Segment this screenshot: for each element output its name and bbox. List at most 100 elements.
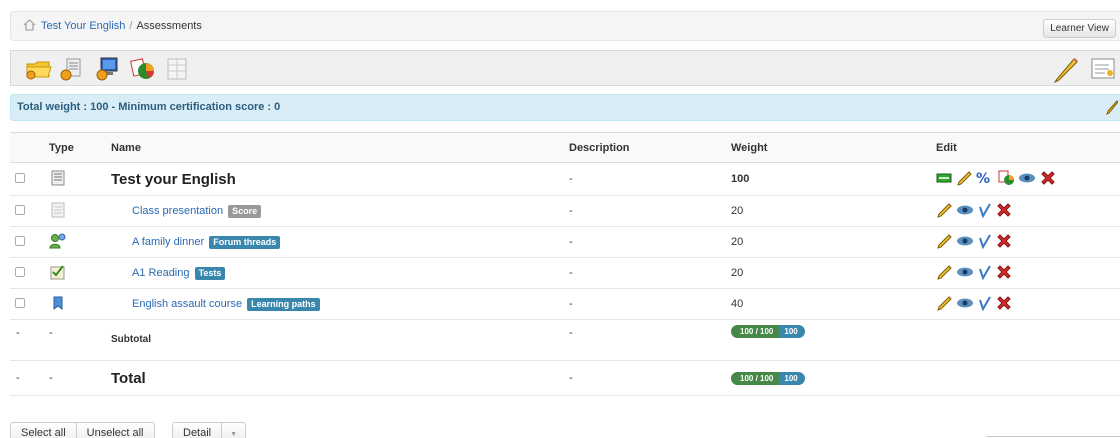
total-score: 100 / 100 [731,371,780,385]
evaluation-link[interactable]: Class presentation [132,205,223,217]
add-folder-icon[interactable] [25,57,52,81]
certificate-icon[interactable] [936,172,952,187]
visibility-eye-icon[interactable] [956,266,974,281]
move-icon[interactable] [978,233,992,252]
delete-icon[interactable] [996,264,1012,283]
pencil-icon[interactable] [1051,55,1078,84]
learning-path-icon [49,288,111,320]
evaluation-link[interactable]: A family dinner [132,236,204,248]
chevron-down-icon: ▼ [230,431,238,438]
subtotal-percent: 100 [779,325,805,338]
edit-pencil-icon[interactable] [956,170,972,189]
subtotal-description: - [569,319,731,361]
row-checkbox[interactable] [15,172,25,183]
row-edit-actions [936,295,1120,314]
delete-icon[interactable] [996,295,1012,314]
subtotal-score-bar: 100 / 100 100 [731,325,805,338]
row-weight: 20 [731,195,936,227]
learner-view-button[interactable]: Learner View [1043,19,1116,38]
edit-pencil-icon[interactable] [936,264,952,283]
row-description: - [569,257,731,289]
row-weight: 20 [731,257,936,289]
header-weight: Weight [731,132,936,163]
header-name: Name [111,132,569,163]
visibility-eye-icon[interactable] [1018,172,1036,187]
category-weight: 100 [731,162,936,196]
evaluation-link[interactable]: English assault course [132,298,242,310]
subtotal-dash: - [49,319,111,361]
percent-icon[interactable]: % [976,170,994,189]
table-row: English assault course Learning paths - … [10,288,1120,320]
breadcrumb-separator: / [129,20,133,32]
unselect-all-button[interactable]: Unselect all [76,422,155,438]
total-percent: 100 [779,371,805,385]
selection-button-group: Select all Unselect all [10,422,155,438]
row-weight: 20 [731,226,936,258]
table-header-row: Type Name Description Weight Edit [10,132,1120,163]
edit-weight-pencil-icon[interactable] [1106,99,1119,125]
svg-text:%: % [976,171,990,186]
type-badge: Tests [194,266,226,280]
evaluation-link[interactable]: A1 Reading [132,267,190,279]
row-edit-actions [936,264,1120,283]
row-edit-actions [936,233,1120,252]
move-icon[interactable] [978,264,992,283]
breadcrumb: Test Your English / Assessments Learner … [10,11,1120,41]
subtotal-label: Subtotal [111,334,151,345]
delete-icon[interactable] [1040,170,1056,189]
divider [986,436,1120,437]
header-checkbox-col [10,132,49,163]
total-weight-text: Total weight : 100 - Minimum certificati… [17,101,281,113]
row-checkbox[interactable] [15,297,25,308]
home-icon[interactable] [23,18,36,34]
visibility-eye-icon[interactable] [956,204,974,219]
subtotal-row: - - Subtotal - 100 / 100 100 [10,319,1120,361]
add-document-icon[interactable] [59,57,85,81]
header-edit: Edit [936,132,1120,163]
delete-icon[interactable] [996,202,1012,221]
row-weight: 40 [731,288,936,320]
detail-button[interactable]: Detail [172,422,223,438]
header-type: Type [49,132,111,163]
quiz-icon [49,257,111,289]
visibility-eye-icon[interactable] [956,297,974,312]
toolbar [10,50,1120,86]
total-row: - - Total - 100 / 100 100 [10,360,1120,396]
type-badge: Forum threads [209,235,281,249]
move-icon[interactable] [978,295,992,314]
breadcrumb-course-link[interactable]: Test Your English [41,20,125,32]
total-dash: - [10,360,49,396]
detail-dropdown-toggle[interactable]: ▼ [222,422,247,438]
move-icon[interactable] [978,202,992,221]
users-icon [49,226,111,258]
edit-pencil-icon[interactable] [936,202,952,221]
subtotal-dash: - [10,319,49,361]
select-all-button[interactable]: Select all [10,422,77,438]
row-checkbox[interactable] [15,235,25,246]
table-row: A family dinner Forum threads - 20 [10,226,1120,258]
row-checkbox[interactable] [15,204,25,215]
edit-pencil-icon[interactable] [936,295,952,314]
row-edit-actions [936,202,1120,221]
type-badge: Score [228,204,262,218]
visibility-eye-icon[interactable] [956,235,974,250]
results-chart-icon[interactable] [998,170,1014,189]
subtotal-score: 100 / 100 [731,325,780,338]
chart-icon[interactable] [129,57,155,81]
grid-icon[interactable] [165,57,191,81]
add-computer-icon[interactable] [95,57,121,81]
edit-pencil-icon[interactable] [936,233,952,252]
category-name: Test your English [111,170,236,188]
document-icon [49,195,111,227]
row-description: - [569,195,731,227]
row-checkbox[interactable] [15,266,25,277]
row-description: - [569,226,731,258]
settings-icon[interactable] [1089,56,1115,80]
delete-icon[interactable] [996,233,1012,252]
detail-button-group: Detail ▼ [172,422,247,438]
category-edit-actions: % [936,170,1120,189]
total-dash: - [49,360,111,396]
table-row: Class presentation Score - 20 [10,195,1120,227]
table-row: Test your English - 100 % [10,162,1120,196]
header-description: Description [569,132,731,163]
